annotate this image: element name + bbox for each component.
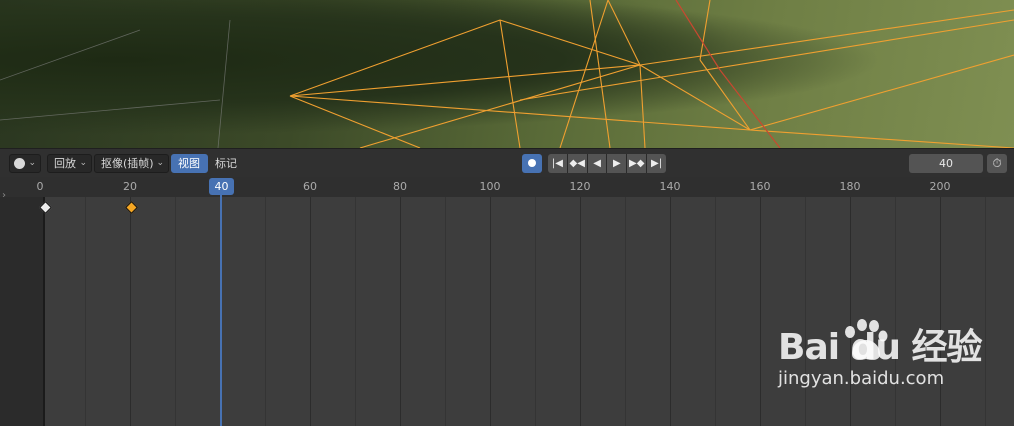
play-icon[interactable]: ▶ <box>607 154 628 173</box>
chevron-down-icon: ⌄ <box>28 158 36 168</box>
next-keyframe-icon[interactable]: ▶◆ <box>627 154 648 173</box>
gridline <box>175 197 176 426</box>
timeline-header: ⌄ 回放 ⌄ 抠像(插帧) ⌄ 视图 标记 |◀ ◆◀ ◀ ▶ ▶◆ ▶| 40… <box>0 148 1014 177</box>
gridline <box>85 197 86 426</box>
ruler-label: 180 <box>839 180 861 193</box>
gridline <box>355 197 356 426</box>
view-menu-label: 视图 <box>178 157 200 170</box>
clock-icon <box>14 158 25 169</box>
ruler-label: 80 <box>393 180 407 193</box>
gridline <box>400 197 401 426</box>
current-frame-field[interactable]: 40 <box>909 154 983 173</box>
chevron-down-icon: ⌄ <box>156 158 164 168</box>
gridline <box>670 197 671 426</box>
baidu-watermark: Bai du 经验 jingyan.baidu.com <box>778 318 983 389</box>
gridline <box>985 197 986 426</box>
keying-menu-label: 抠像(插帧) <box>101 157 154 170</box>
playback-menu[interactable]: 回放 ⌄ <box>47 154 92 173</box>
timeline-track-area[interactable] <box>0 197 1014 426</box>
gridline <box>625 197 626 426</box>
record-icon <box>528 159 536 167</box>
chevron-down-icon: ⌄ <box>79 158 87 168</box>
prev-keyframe-icon[interactable]: ◆◀ <box>567 154 588 173</box>
ruler-label: 60 <box>303 180 317 193</box>
ruler-label: 120 <box>569 180 591 193</box>
gridline <box>715 197 716 426</box>
ruler-label: 140 <box>659 180 681 193</box>
watermark-url: jingyan.baidu.com <box>778 368 945 389</box>
keying-menu[interactable]: 抠像(插帧) ⌄ <box>94 154 169 173</box>
playback-controls: |◀ ◆◀ ◀ ▶ ▶◆ ▶| <box>548 154 666 173</box>
frame-ruler[interactable]: 0 20 40 60 80 100 120 140 160 180 200 <box>0 177 1014 197</box>
editor-type-button[interactable]: ⌄ <box>9 154 41 173</box>
gridline <box>490 197 491 426</box>
gridline <box>445 197 446 426</box>
view-menu[interactable]: 视图 <box>171 154 208 173</box>
jump-end-icon[interactable]: ▶| <box>647 154 666 173</box>
ruler-label: 20 <box>123 180 137 193</box>
camera-wireframe <box>0 0 1014 148</box>
3d-viewport[interactable] <box>0 0 1014 148</box>
gridline <box>940 197 941 426</box>
gridline <box>850 197 851 426</box>
gridline <box>265 197 266 426</box>
out-of-range-region <box>0 197 43 426</box>
ruler-label: 0 <box>36 180 44 193</box>
gridline <box>130 197 131 426</box>
ruler-label: 160 <box>749 180 771 193</box>
jump-start-icon[interactable]: |◀ <box>548 154 568 173</box>
stopwatch-icon[interactable]: ⏱ <box>987 154 1007 173</box>
playback-menu-label: 回放 <box>54 157 76 170</box>
gridline <box>805 197 806 426</box>
marker-menu[interactable]: 标记 <box>215 154 237 173</box>
frame-start-line <box>43 197 45 426</box>
play-reverse-icon[interactable]: ◀ <box>587 154 608 173</box>
gridline <box>760 197 761 426</box>
auto-keying-record-button[interactable] <box>522 154 542 173</box>
watermark-logo: Bai du 经验 <box>778 327 983 368</box>
gridline <box>895 197 896 426</box>
playhead-line[interactable] <box>220 195 222 426</box>
gridline <box>310 197 311 426</box>
ruler-label: 100 <box>479 180 501 193</box>
ruler-label: 200 <box>929 180 951 193</box>
playhead-frame-indicator[interactable]: 40 <box>209 178 234 195</box>
gridline <box>535 197 536 426</box>
gridline <box>580 197 581 426</box>
